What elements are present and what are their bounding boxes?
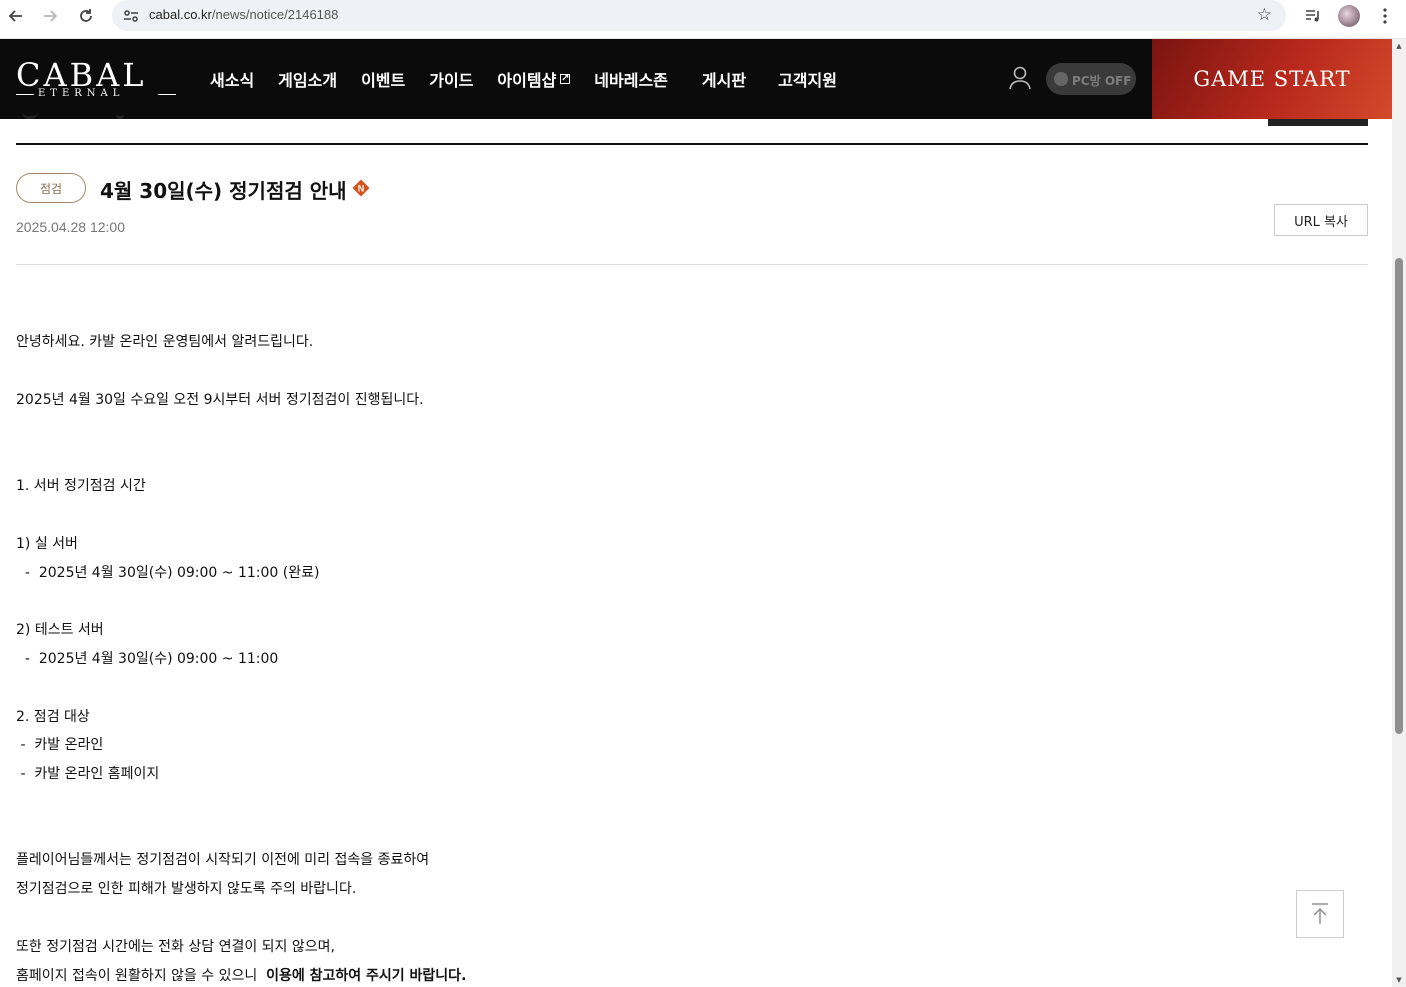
- body-text: 안녕하세요. 카발 온라인 운영팀에서 알려드립니다.: [16, 334, 314, 350]
- menu-item-label: 네바레스존: [594, 71, 668, 90]
- pc-room-label: PC방 OFF: [1072, 72, 1131, 89]
- body-text: 2) 테스트 서버: [16, 622, 104, 638]
- section-heading: 2. 점검 대상: [16, 709, 90, 725]
- header-divider: [16, 264, 1368, 265]
- body-text: - 카발 온라인 홈페이지: [16, 766, 160, 782]
- scroll-up-arrow-icon[interactable]: ▲: [1395, 42, 1403, 50]
- arrow-up-icon: [1312, 903, 1328, 924]
- cabal-logo[interactable]: CABAL ETERNAL: [16, 59, 186, 101]
- menu-item-label: 게임소개: [278, 71, 338, 90]
- menu-item-news[interactable]: 새소식: [210, 67, 254, 91]
- new-badge-text: N: [358, 184, 365, 194]
- scrollbar-thumb[interactable]: [1395, 258, 1403, 734]
- user-icon[interactable]: [1008, 65, 1032, 91]
- pc-room-state: OFF: [1104, 74, 1132, 88]
- menu-item-label: 아이템샵: [497, 71, 557, 90]
- main-menu: 새소식 게임소개 이벤트 가이드 아이템샵 ↗ 네바레스존 게시판 고객지원: [210, 67, 861, 91]
- section-heading: 1. 서버 정기점검 시간: [16, 478, 146, 494]
- body-text: - 2025년 4월 30일(수) 09:00 ~ 11:00 (완료): [16, 565, 320, 581]
- arrow-right-icon: [44, 10, 58, 22]
- menu-item-guide[interactable]: 가이드: [429, 67, 473, 91]
- menu-item-label: 가이드: [429, 71, 474, 90]
- body-text: 2025년 4월 30일 수요일 오전 9시부터 서버 정기점검이 진행됩니다.: [16, 392, 424, 408]
- menu-item-label: 게시판: [701, 71, 747, 90]
- body-text: 정기점검으로 인한 피해가 발생하지 않도록 주의 바랍니다.: [16, 881, 357, 897]
- logo-sub-text: ETERNAL: [38, 88, 125, 99]
- body-text: 1) 실 서버: [16, 536, 78, 552]
- game-start-label: GAME START: [1193, 67, 1351, 91]
- url-copy-button[interactable]: URL 복사: [1274, 204, 1368, 236]
- partially-hidden-button[interactable]: [1268, 119, 1368, 126]
- category-badge: 점검: [16, 173, 86, 203]
- logo-divider-right: [158, 94, 176, 95]
- pc-room-prefix: PC방: [1072, 74, 1101, 88]
- reload-icon: [80, 9, 92, 22]
- menu-item-game-intro[interactable]: 게임소개: [278, 67, 337, 91]
- bookmark-star-icon[interactable]: ☆: [1257, 5, 1272, 25]
- menu-item-board[interactable]: 게시판: [702, 67, 746, 91]
- external-link-icon: ↗: [560, 73, 571, 84]
- menu-item-label: 고객지원: [778, 71, 837, 90]
- logo-main-text: CABAL: [16, 56, 147, 94]
- more-menu-icon[interactable]: [1372, 4, 1398, 28]
- menu-item-label: 새소식: [210, 71, 255, 90]
- body-text: 또한 정기점검 시간에는 전화 상담 연결이 되지 않으며,: [16, 939, 335, 955]
- forward-button[interactable]: [36, 4, 64, 28]
- url-host: cabal.co.kr: [149, 7, 212, 22]
- address-bar[interactable]: cabal.co.kr/news/notice/2146188 ☆: [112, 0, 1286, 31]
- media-controls-icon[interactable]: [1300, 4, 1326, 28]
- menu-item-item-shop[interactable]: 아이템샵 ↗: [497, 67, 571, 91]
- body-text: 홈페이지 접속이 원활하지 않을 수 있으니 이용에 참고하여 주시기 바랍니다…: [16, 965, 466, 985]
- body-text-emphasis: 이용에 참고하여 주시기 바랍니다.: [266, 968, 467, 984]
- menu-item-support[interactable]: 고객지원: [778, 67, 837, 91]
- body-text: - 카발 온라인: [16, 737, 104, 753]
- game-start-button[interactable]: GAME START: [1152, 39, 1392, 119]
- menu-item-label: 이벤트: [361, 71, 406, 90]
- back-button[interactable]: [2, 4, 30, 28]
- post-date: 2025.04.28 12:00: [16, 219, 125, 235]
- menu-item-events[interactable]: 이벤트: [361, 67, 405, 91]
- menu-item-nevareth-zone[interactable]: 네바레스존: [594, 67, 668, 91]
- body-text: 플레이어님들께서는 정기점검이 시작되기 이전에 미리 접속을 종료하여: [16, 852, 430, 868]
- reload-button[interactable]: [72, 4, 100, 28]
- toggle-knob: [1054, 72, 1068, 86]
- browser-toolbar: cabal.co.kr/news/notice/2146188 ☆: [0, 0, 1406, 39]
- page-title: 4월 30일(수) 정기점검 안내: [100, 179, 347, 203]
- body-text-part: 홈페이지 접속이 원활하지 않을 수 있으니: [16, 968, 267, 984]
- profile-avatar[interactable]: [1338, 5, 1360, 27]
- logo-divider-left: [16, 94, 34, 95]
- new-badge-icon: N: [352, 179, 370, 197]
- pc-room-toggle[interactable]: PC방 OFF: [1046, 63, 1136, 95]
- url-path: /news/notice/2146188: [211, 7, 339, 22]
- article-top-border: [16, 143, 1368, 145]
- back-to-top-button[interactable]: [1296, 890, 1344, 938]
- site-settings-icon[interactable]: [122, 7, 140, 25]
- url-text[interactable]: cabal.co.kr/news/notice/2146188: [149, 7, 338, 22]
- scroll-down-arrow-icon[interactable]: ▼: [1395, 976, 1403, 984]
- site-header: CABAL ETERNAL 새소식 게임소개 이벤트 가이드 아이템샵 ↗ 네바레…: [0, 39, 1392, 119]
- arrow-left-icon: [8, 10, 22, 22]
- body-text: - 2025년 4월 30일(수) 09:00 ~ 11:00: [16, 651, 279, 667]
